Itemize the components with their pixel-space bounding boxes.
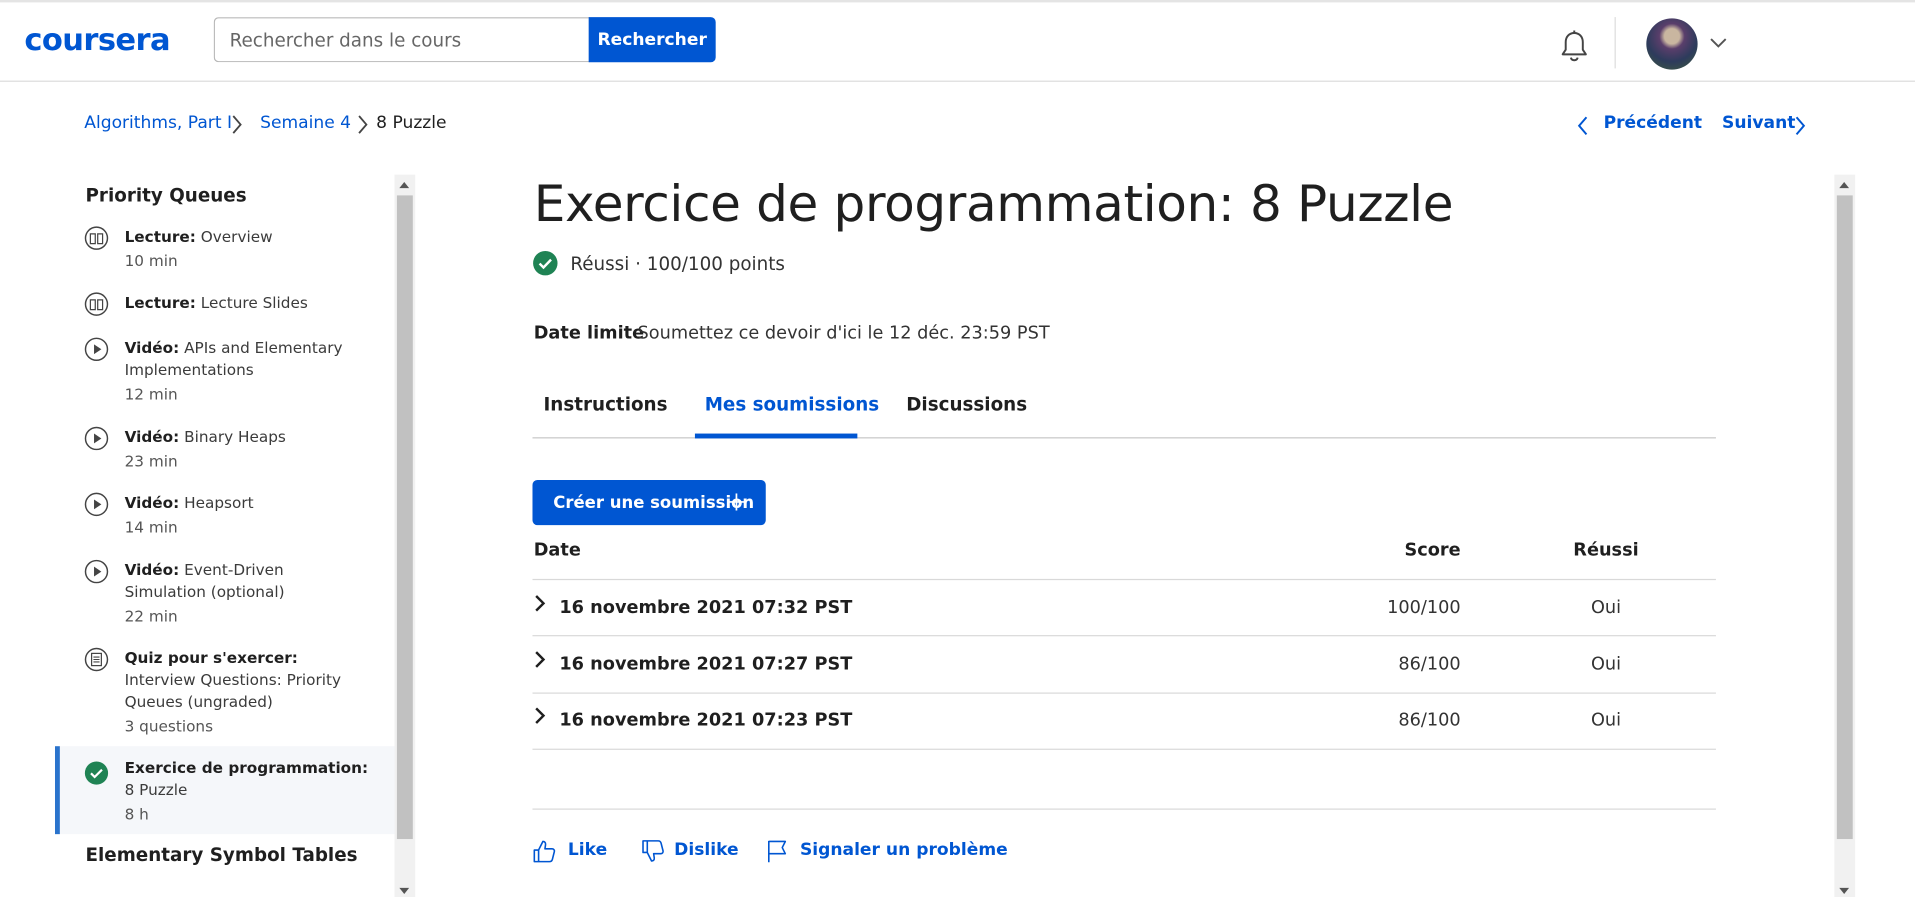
scroll-down-arrow-icon[interactable] (399, 887, 410, 894)
sidebar-section-title: Priority Queues (85, 184, 247, 207)
submission-date: 16 novembre 2021 07:32 PST (559, 598, 853, 618)
sidebar-item-type: Vidéo: (124, 493, 180, 512)
breadcrumb-week[interactable]: Semaine 4 (260, 114, 351, 134)
chevron-right-icon[interactable] (534, 651, 546, 668)
thumbs-down-icon[interactable] (641, 839, 665, 863)
column-header-passed: Réussi (1573, 541, 1639, 561)
play-icon (84, 559, 109, 584)
sidebar-next-section-title[interactable]: Elementary Symbol Tables (85, 844, 357, 866)
avatar[interactable] (1646, 18, 1698, 70)
like-button[interactable]: Like (568, 840, 607, 860)
dislike-button[interactable]: Dislike (674, 840, 738, 860)
table-divider (532, 578, 1716, 581)
thumbs-up-icon[interactable] (532, 839, 556, 863)
check-circle-icon (84, 761, 109, 785)
sidebar-item-quiz[interactable]: Quiz pour s'exercer: Interview Questions… (55, 647, 395, 737)
sidebar-item-type: Lecture: (124, 227, 196, 246)
deadline-label: Date limite (533, 323, 645, 344)
quiz-icon (84, 647, 109, 672)
sidebar-item-label: Lecture Slides (200, 293, 308, 312)
scroll-up-arrow-icon[interactable] (399, 181, 410, 189)
report-problem-button[interactable]: Signaler un problème (800, 840, 1008, 860)
sidebar-item-duration: 23 min (124, 451, 178, 471)
play-icon (84, 426, 109, 451)
submission-score: 100/100 (1387, 598, 1461, 618)
sidebar-item-apis[interactable]: Vidéo: APIs and Elementary Implementatio… (55, 337, 395, 405)
sidebar-item-overview[interactable]: Lecture: Overview 10 min (55, 226, 395, 270)
sidebar-item-label: Binary Heaps (184, 427, 286, 446)
sidebar-item-duration: 3 questions (124, 716, 214, 736)
play-icon (84, 337, 109, 362)
submission-passed: Oui (1590, 598, 1622, 618)
feedback-divider (532, 808, 1716, 810)
sidebar-item-type: Vidéo: (124, 427, 180, 446)
submission-passed: Oui (1590, 710, 1622, 731)
breadcrumb-current: 8 Puzzle (376, 113, 447, 134)
sidebar-scroll-thumb[interactable] (396, 195, 413, 840)
sidebar-item-duration: 12 min (124, 384, 178, 404)
breadcrumb-course[interactable]: Algorithms, Part I (84, 114, 232, 134)
previous-link[interactable]: Précédent (1604, 114, 1702, 134)
main-scroll-thumb[interactable] (1836, 195, 1853, 840)
chevron-left-icon[interactable] (1577, 116, 1589, 136)
chevron-right-icon[interactable] (1794, 116, 1806, 136)
table-divider (532, 748, 1716, 750)
sidebar-item-label: Interview Questions: Priority Queues (un… (124, 670, 341, 711)
sidebar-item-binary-heaps[interactable]: Vidéo: Binary Heaps 23 min (55, 426, 395, 472)
tab-instructions[interactable]: Instructions (543, 393, 667, 415)
submission-date: 16 novembre 2021 07:27 PST (559, 654, 853, 675)
table-divider (532, 635, 1716, 637)
sidebar-item-duration: 22 min (124, 606, 178, 626)
flag-icon[interactable] (766, 839, 790, 863)
submission-score: 86/100 (1398, 654, 1461, 675)
book-icon (84, 292, 109, 316)
sidebar-item-duration: 14 min (124, 517, 178, 537)
submission-date: 16 novembre 2021 07:23 PST (559, 710, 853, 731)
sidebar-item-duration: 10 min (124, 251, 178, 270)
sidebar-item-type: Quiz pour s'exercer: (124, 648, 298, 667)
search-input[interactable] (213, 17, 590, 63)
submission-score: 86/100 (1398, 710, 1461, 731)
chevron-right-icon[interactable] (534, 595, 546, 612)
tab-my-submissions[interactable]: Mes soumissions (705, 393, 879, 415)
course-sidebar: Priority Queues Lecture: Overview 10 min … (54, 175, 415, 897)
sidebar-item-label: 8 Puzzle (124, 780, 188, 799)
page-title: Exercice de programmation: 8 Puzzle (533, 174, 1454, 234)
sidebar-item-heapsort[interactable]: Vidéo: Heapsort 14 min (55, 492, 395, 538)
scroll-down-arrow-icon[interactable] (1839, 887, 1850, 894)
active-tab-indicator (694, 433, 858, 439)
search-button[interactable]: Rechercher (588, 17, 716, 63)
deadline-text: Soumettez ce devoir d'ici le 12 déc. 23:… (637, 323, 1050, 344)
sidebar-item-8-puzzle[interactable]: Exercice de programmation: 8 Puzzle 8 h (54, 746, 395, 835)
column-header-date: Date (533, 541, 581, 561)
grade-status: Réussi · 100/100 points (570, 252, 785, 275)
chevron-right-icon[interactable] (534, 707, 546, 724)
sidebar-item-event-driven[interactable]: Vidéo: Event-Driven Simulation (optional… (55, 559, 395, 627)
sidebar-item-type: Lecture: (124, 293, 196, 312)
sidebar-item-type: Exercice de programmation: (124, 758, 369, 777)
sidebar-item-label: Overview (200, 227, 273, 246)
coursera-logo[interactable]: coursera (24, 22, 170, 57)
play-icon (84, 492, 109, 517)
scroll-up-arrow-icon[interactable] (1839, 181, 1850, 189)
header-divider (1614, 17, 1616, 69)
plus-icon (727, 493, 745, 511)
chevron-right-icon (358, 115, 368, 134)
bell-icon[interactable] (1558, 29, 1590, 63)
sidebar-item-label: Heapsort (184, 493, 254, 512)
sidebar-item-duration: 8 h (124, 804, 149, 824)
book-icon (84, 226, 109, 250)
tab-discussions[interactable]: Discussions (906, 393, 1027, 415)
column-header-score: Score (1404, 541, 1461, 561)
check-circle-icon (533, 250, 558, 276)
submission-passed: Oui (1590, 654, 1622, 675)
sidebar-item-lecture-slides[interactable]: Lecture: Lecture Slides (55, 292, 395, 316)
sidebar-item-type: Vidéo: (124, 560, 180, 579)
top-header: coursera Rechercher (0, 2, 1915, 82)
table-divider (532, 692, 1716, 694)
sidebar-item-type: Vidéo: (124, 338, 180, 357)
chevron-down-icon[interactable] (1710, 37, 1727, 49)
chevron-right-icon (232, 115, 242, 134)
next-link[interactable]: Suivant (1722, 114, 1795, 134)
